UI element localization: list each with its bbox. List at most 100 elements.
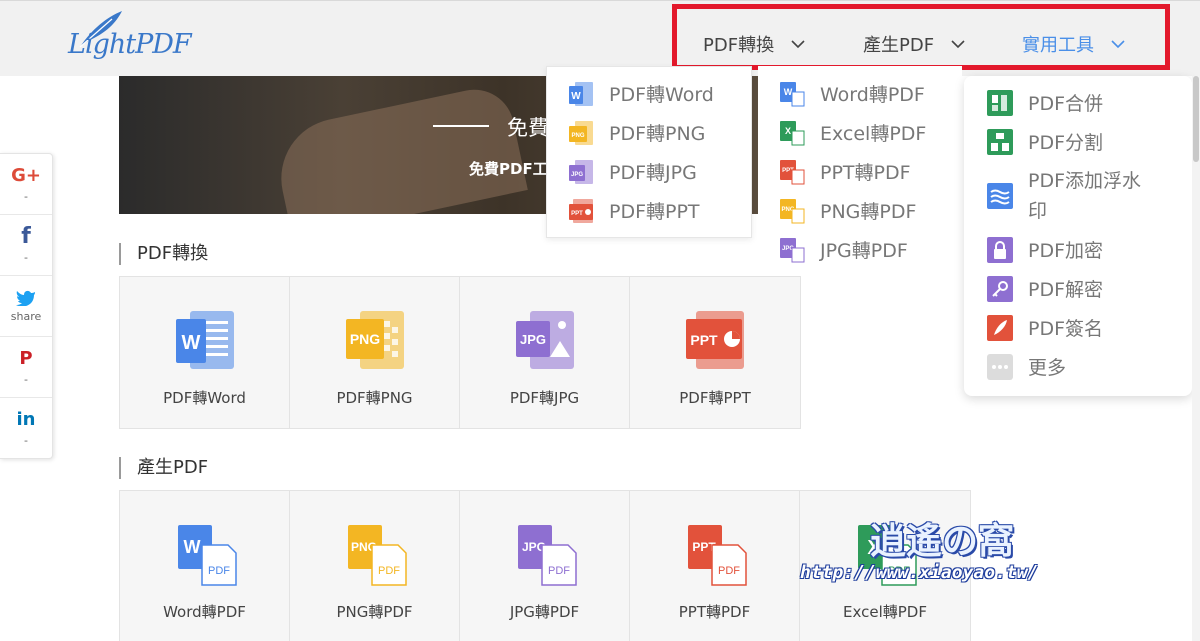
- share-twitter[interactable]: share: [0, 276, 52, 337]
- lightpdf-logo[interactable]: LightPDF: [58, 9, 192, 71]
- share-count: share: [10, 309, 42, 323]
- menu-item-more[interactable]: 更多: [986, 353, 1066, 383]
- jpg-image-icon: JPG: [515, 311, 574, 369]
- png-image-icon: PNG: [345, 311, 404, 369]
- banner-divider: [433, 125, 489, 127]
- word-doc-icon: W: [569, 82, 593, 106]
- jpg-to-pdf-icon: JPG PDF: [517, 525, 577, 586]
- share-googleplus[interactable]: G+ -: [0, 154, 52, 215]
- tool-card-pdf-to-jpg[interactable]: JPG PDF轉JPG: [460, 277, 630, 428]
- page-scrollbar[interactable]: [1192, 76, 1200, 641]
- word-doc-icon: W: [175, 311, 234, 369]
- svg-text:PDF: PDF: [208, 565, 230, 577]
- menu-item-word-to-pdf[interactable]: W Word轉PDF: [778, 80, 925, 110]
- menu-item-label-line1: PDF添加浮水: [1028, 170, 1142, 192]
- menu-item-label: PDF轉JPG: [609, 162, 697, 184]
- word-to-pdf-icon: W PDF: [177, 525, 237, 586]
- tool-card-pdf-to-png[interactable]: PNG PDF轉PNG: [290, 277, 460, 428]
- logo-text: LightPDF: [68, 29, 192, 60]
- dropdown-create-pdf: W Word轉PDF X Excel轉PDF PPT PPT轉PDF PNG P…: [758, 66, 962, 276]
- ppt-to-pdf-icon: PPT PDF: [687, 525, 747, 586]
- svg-text:PDF: PDF: [718, 565, 740, 577]
- menu-item-label: JPG轉PDF: [820, 240, 908, 262]
- icon-tag: JPG: [519, 332, 545, 347]
- more-icon: [987, 354, 1013, 380]
- linkedin-icon: in: [16, 409, 36, 430]
- menu-item-pdf-to-jpg[interactable]: JPG PDF轉JPG: [567, 158, 697, 188]
- tool-card-word-to-pdf[interactable]: W PDF Word轉PDF: [120, 491, 290, 641]
- watermark-url: http://www.xiaoyao.tw/: [800, 562, 1039, 583]
- tool-card-label: PDF轉PNG: [336, 389, 413, 407]
- menu-item-label: PDF轉Word: [609, 84, 714, 106]
- tool-card-ppt-to-pdf[interactable]: PPT PDF PPT轉PDF: [630, 491, 800, 641]
- nav-highlight-box: [672, 4, 1170, 70]
- menu-item-label: PPT轉PDF: [820, 162, 911, 184]
- menu-item-label: PNG轉PDF: [820, 201, 917, 223]
- share-linkedin[interactable]: in -: [0, 398, 52, 459]
- menu-item-label: PDF添加浮水印: [1028, 166, 1158, 226]
- menu-item-label: PDF轉PPT: [609, 201, 700, 223]
- menu-item-pdf-sign[interactable]: PDF簽名: [986, 314, 1103, 344]
- menu-item-label: PDF轉PNG: [609, 123, 706, 145]
- svg-text:PDF: PDF: [378, 565, 400, 577]
- share-count: -: [24, 434, 28, 447]
- png-to-pdf-icon: PNG: [780, 199, 805, 224]
- icon-tag: PPT: [690, 332, 718, 348]
- menu-item-pdf-merge[interactable]: PDF合併: [986, 89, 1103, 119]
- png-to-pdf-icon: PNG PDF: [347, 525, 407, 586]
- tool-card-label: Excel轉PDF: [843, 603, 927, 621]
- share-count: -: [24, 189, 28, 203]
- icon-tag: JPG: [571, 172, 583, 178]
- menu-item-label: PDF合併: [1028, 93, 1104, 115]
- scrollbar-thumb[interactable]: [1193, 76, 1199, 162]
- facebook-icon: f: [21, 223, 31, 249]
- banner-subtitle: 免費PDF工: [469, 160, 548, 178]
- jpg-to-pdf-icon: JPG: [780, 238, 805, 263]
- icon-tag: PNG: [349, 331, 379, 347]
- watermark-icon: [987, 183, 1013, 209]
- menu-item-label: Excel轉PDF: [820, 123, 927, 145]
- tool-card-jpg-to-pdf[interactable]: JPG PDF JPG轉PDF: [460, 491, 630, 641]
- menu-item-pdf-to-word[interactable]: W PDF轉Word: [567, 80, 714, 110]
- menu-item-label: PDF分割: [1028, 132, 1104, 154]
- ppt-slide-icon: PPT: [686, 311, 744, 369]
- menu-item-jpg-to-pdf[interactable]: JPG JPG轉PDF: [778, 236, 908, 266]
- social-share-bar: G+ - f - share P - in -: [0, 153, 53, 459]
- split-icon: [987, 129, 1013, 155]
- menu-item-png-to-pdf[interactable]: PNG PNG轉PDF: [778, 197, 916, 227]
- share-facebook[interactable]: f -: [0, 215, 52, 276]
- icon-tag: X: [785, 126, 791, 136]
- menu-item-label: PDF解密: [1028, 279, 1104, 301]
- menu-item-label-line2: 印: [1028, 200, 1048, 222]
- menu-item-pdf-encrypt[interactable]: PDF加密: [986, 236, 1103, 266]
- pen-icon: [987, 315, 1013, 341]
- google-plus-icon: G+: [11, 164, 41, 186]
- menu-item-ppt-to-pdf[interactable]: PPT PPT轉PDF: [778, 158, 911, 188]
- tool-card-pdf-to-ppt[interactable]: PPT PDF轉PPT: [630, 277, 800, 428]
- menu-item-pdf-decrypt[interactable]: PDF解密: [986, 275, 1103, 305]
- menu-item-excel-to-pdf[interactable]: X Excel轉PDF: [778, 119, 926, 149]
- tool-card-png-to-pdf[interactable]: PNG PDF PNG轉PDF: [290, 491, 460, 641]
- menu-item-label: PDF加密: [1028, 240, 1104, 262]
- tool-card-pdf-to-word[interactable]: W PDF轉Word: [120, 277, 290, 428]
- twitter-icon: [16, 290, 35, 306]
- jpg-image-icon: JPG: [569, 160, 593, 184]
- banner-photo: [270, 82, 528, 214]
- section-title-convert: PDF轉換: [119, 243, 208, 265]
- menu-item-pdf-watermark[interactable]: PDF添加浮水印: [986, 166, 1158, 226]
- share-pinterest[interactable]: P -: [0, 337, 52, 398]
- png-image-icon: PNG: [569, 121, 593, 145]
- icon-tag: PPT: [571, 211, 583, 217]
- dropdown-pdf-convert: W PDF轉Word PNG PDF轉PNG JPG PDF轉JPG PPT P…: [546, 66, 752, 238]
- share-count: -: [24, 250, 28, 264]
- ppt-slide-icon: PPT: [569, 199, 593, 223]
- word-to-pdf-icon: W: [780, 82, 805, 107]
- icon-tag: W: [784, 87, 793, 97]
- tool-card-label: JPG轉PDF: [509, 603, 580, 621]
- icon-tag: PNG: [571, 133, 584, 139]
- menu-item-pdf-to-png[interactable]: PNG PDF轉PNG: [567, 119, 705, 149]
- menu-item-pdf-split[interactable]: PDF分割: [986, 128, 1103, 158]
- merge-icon: [987, 90, 1013, 116]
- menu-item-pdf-to-ppt[interactable]: PPT PDF轉PPT: [567, 197, 700, 227]
- menu-item-label: Word轉PDF: [820, 84, 925, 106]
